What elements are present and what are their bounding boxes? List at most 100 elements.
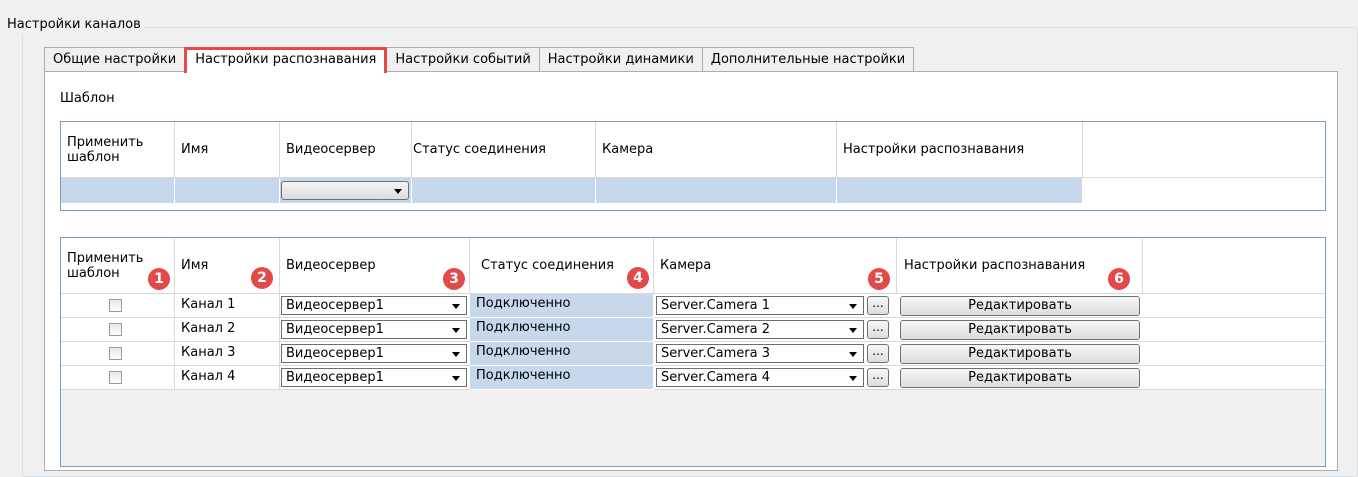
table-row[interactable]: Канал 2 Видеосервер1 Подключенно Server.… [61, 318, 1325, 342]
column-header-recognition-settings[interactable]: Настройки распознавания [837, 122, 1083, 178]
camera-cell: Server.Camera 4 ... [654, 366, 897, 390]
column-header-filler [1143, 238, 1325, 294]
apply-template-checkbox[interactable] [109, 371, 122, 384]
column-header-apply-template[interactable]: Применить шаблон [61, 122, 175, 178]
chevron-down-icon [452, 352, 460, 357]
camera-value: Server.Camera 4 [661, 370, 770, 385]
recognition-cell: Редактировать [897, 294, 1143, 318]
connection-status: Подключенно [470, 366, 654, 390]
connection-status: Подключенно [470, 342, 654, 366]
template-videoserver-dropdown[interactable] [281, 181, 409, 200]
videoserver-value: Видеосервер1 [286, 322, 384, 337]
marker-1: 1 [148, 268, 170, 290]
connection-status: Подключенно [470, 318, 654, 342]
apply-cell [61, 318, 175, 342]
column-header-connection-status[interactable]: Статус соединения [412, 122, 596, 178]
marker-2: 2 [251, 267, 273, 289]
table-row[interactable]: Канал 1 Видеосервер1 Подключенно Server.… [61, 294, 1325, 318]
template-videoserver-cell[interactable] [280, 178, 412, 203]
videoserver-select[interactable]: Видеосервер1 [281, 368, 467, 387]
apply-cell [61, 294, 175, 318]
edit-recognition-button[interactable]: Редактировать [900, 296, 1140, 316]
chevron-down-icon [452, 328, 460, 333]
camera-value: Server.Camera 2 [661, 322, 770, 337]
chevron-down-icon [452, 304, 460, 309]
camera-browse-button[interactable]: ... [867, 368, 889, 387]
videoserver-value: Видеосервер1 [286, 298, 384, 313]
videoserver-cell: Видеосервер1 [280, 366, 470, 390]
channels-grid: Применить шаблон Имя Видеосервер Статус … [60, 237, 1326, 467]
chevron-down-icon [849, 304, 857, 309]
camera-value: Server.Camera 3 [661, 346, 770, 361]
tab-event-settings[interactable]: Настройки событий [386, 47, 540, 72]
channel-name: Канал 3 [175, 342, 280, 366]
column-header-videoserver[interactable]: Видеосервер [280, 238, 470, 294]
videoserver-select[interactable]: Видеосервер1 [281, 344, 467, 363]
apply-template-checkbox[interactable] [109, 323, 122, 336]
edit-recognition-button[interactable]: Редактировать [900, 368, 1140, 388]
chevron-down-icon [849, 352, 857, 357]
table-row[interactable]: Канал 4 Видеосервер1 Подключенно Server.… [61, 366, 1325, 390]
chevron-down-icon [452, 376, 460, 381]
tab-general-settings[interactable]: Общие настройки [44, 47, 186, 72]
table-row[interactable]: Канал 3 Видеосервер1 Подключенно Server.… [61, 342, 1325, 366]
column-header-recognition-settings[interactable]: Настройки распознавания [897, 238, 1143, 294]
template-recognition-cell[interactable] [837, 178, 1083, 203]
recognition-cell: Редактировать [897, 366, 1143, 390]
camera-browse-button[interactable]: ... [867, 344, 889, 363]
videoserver-cell: Видеосервер1 [280, 342, 470, 366]
videoserver-select[interactable]: Видеосервер1 [281, 296, 467, 315]
camera-select[interactable]: Server.Camera 3 [656, 344, 864, 363]
camera-value: Server.Camera 1 [661, 298, 770, 313]
template-status-cell [412, 178, 596, 203]
camera-cell: Server.Camera 2 ... [654, 318, 897, 342]
tab-additional-settings[interactable]: Дополнительные настройки [701, 47, 915, 72]
template-grid: Применить шаблон Имя Видеосервер Статус … [60, 121, 1326, 211]
marker-4: 4 [627, 267, 649, 289]
tab-recognition-settings[interactable]: Настройки распознавания [184, 47, 388, 73]
videoserver-value: Видеосервер1 [286, 346, 384, 361]
chevron-down-icon [849, 328, 857, 333]
apply-cell [61, 366, 175, 390]
channel-name: Канал 4 [175, 366, 280, 390]
tab-strip: Общие настройки Настройки распознавания … [44, 47, 915, 73]
marker-5: 5 [868, 268, 890, 290]
tab-dynamics-settings[interactable]: Настройки динамики [538, 47, 703, 72]
column-header-name[interactable]: Имя [175, 122, 280, 178]
videoserver-value: Видеосервер1 [286, 370, 384, 385]
apply-cell [61, 342, 175, 366]
marker-6: 6 [1108, 268, 1130, 290]
chevron-down-icon [394, 189, 402, 194]
chevron-down-icon [849, 376, 857, 381]
apply-template-checkbox[interactable] [109, 347, 122, 360]
row-filler [1143, 366, 1325, 390]
recognition-cell: Редактировать [897, 318, 1143, 342]
row-filler [1143, 342, 1325, 366]
template-apply-cell[interactable] [61, 178, 175, 203]
marker-3: 3 [443, 268, 465, 290]
camera-cell: Server.Camera 3 ... [654, 342, 897, 366]
column-header-connection-status[interactable]: Статус соединения [470, 238, 654, 294]
column-header-camera[interactable]: Камера [596, 122, 837, 178]
camera-select[interactable]: Server.Camera 2 [656, 320, 864, 339]
template-section-label: Шаблон [60, 91, 115, 106]
videoserver-select[interactable]: Видеосервер1 [281, 320, 467, 339]
apply-template-checkbox[interactable] [109, 299, 122, 312]
column-header-camera[interactable]: Камера [654, 238, 897, 294]
recognition-cell: Редактировать [897, 342, 1143, 366]
column-header-videoserver[interactable]: Видеосервер [280, 122, 412, 178]
camera-select[interactable]: Server.Camera 1 [656, 296, 864, 315]
template-name-cell[interactable] [175, 178, 280, 203]
channel-name: Канал 1 [175, 294, 280, 318]
edit-recognition-button[interactable]: Редактировать [900, 320, 1140, 340]
camera-cell: Server.Camera 1 ... [654, 294, 897, 318]
camera-browse-button[interactable]: ... [867, 296, 889, 315]
edit-recognition-button[interactable]: Редактировать [900, 344, 1140, 364]
template-camera-cell[interactable] [596, 178, 837, 203]
camera-select[interactable]: Server.Camera 4 [656, 368, 864, 387]
row-filler [1143, 318, 1325, 342]
videoserver-cell: Видеосервер1 [280, 318, 470, 342]
group-title: Настройки каналов [4, 16, 144, 34]
camera-browse-button[interactable]: ... [867, 320, 889, 339]
channel-name: Канал 2 [175, 318, 280, 342]
